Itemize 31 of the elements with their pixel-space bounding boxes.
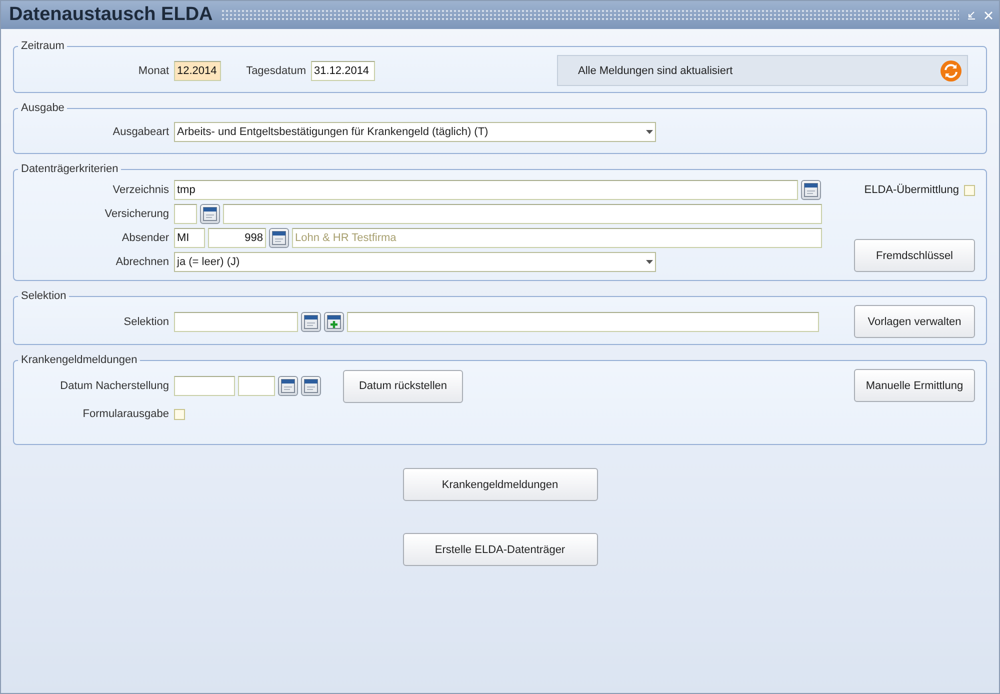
field-label: Versicherung	[104, 208, 169, 220]
field-label: Verzeichnis	[112, 184, 169, 196]
action-button[interactable]: Krankengeldmeldungen	[402, 468, 598, 501]
field-label: Absender	[120, 232, 169, 244]
field-label: Selektion	[122, 316, 169, 328]
window-title: Datenaustausch ELDA	[9, 4, 213, 26]
section-title: Krankengeldmeldungen	[20, 354, 138, 366]
input-field[interactable]: 12.2014	[174, 60, 221, 80]
vorlagen-button[interactable]: Vorlagen verwalten	[854, 305, 975, 338]
checkbox-label: ELDA-Übermittlung	[864, 184, 959, 196]
input-field[interactable]: MI	[174, 228, 205, 248]
section-title: Datenträgerkriterien	[20, 163, 120, 175]
datum-reset-button[interactable]: Datum rückstellen	[343, 370, 463, 402]
manual-button[interactable]: Manuelle Ermittlung	[854, 369, 975, 402]
input-field[interactable]: 998	[208, 228, 266, 248]
action-button[interactable]: Erstelle ELDA-Datenträger	[402, 533, 598, 566]
section-title: Ausgabe	[20, 102, 66, 114]
status-text: Alle Meldungen sind aktualisiert	[578, 64, 733, 76]
section-title: Selektion	[20, 290, 68, 302]
dropdown[interactable]: ja (= leer) (J)	[174, 252, 656, 272]
input-field[interactable]: 31.12.2014	[311, 60, 375, 80]
field-label: Abrechnen	[114, 256, 169, 268]
checkbox-label: Formularausgabe	[82, 408, 169, 420]
field-label: Monat	[137, 64, 169, 76]
dropdown[interactable]: Arbeits- und Entgeltsbestätigungen für Krankengeld (täglich) (T)	[174, 122, 656, 142]
field-label: Ausgabeart	[112, 126, 169, 138]
field-label: Tagesdatum	[245, 64, 306, 76]
field-label: Datum Nacherstellung	[59, 380, 169, 392]
section-title: Zeitraum	[20, 40, 66, 52]
fremdschluessel-button[interactable]: Fremdschlüssel	[854, 239, 975, 272]
input-field[interactable]: tmp	[174, 180, 798, 200]
